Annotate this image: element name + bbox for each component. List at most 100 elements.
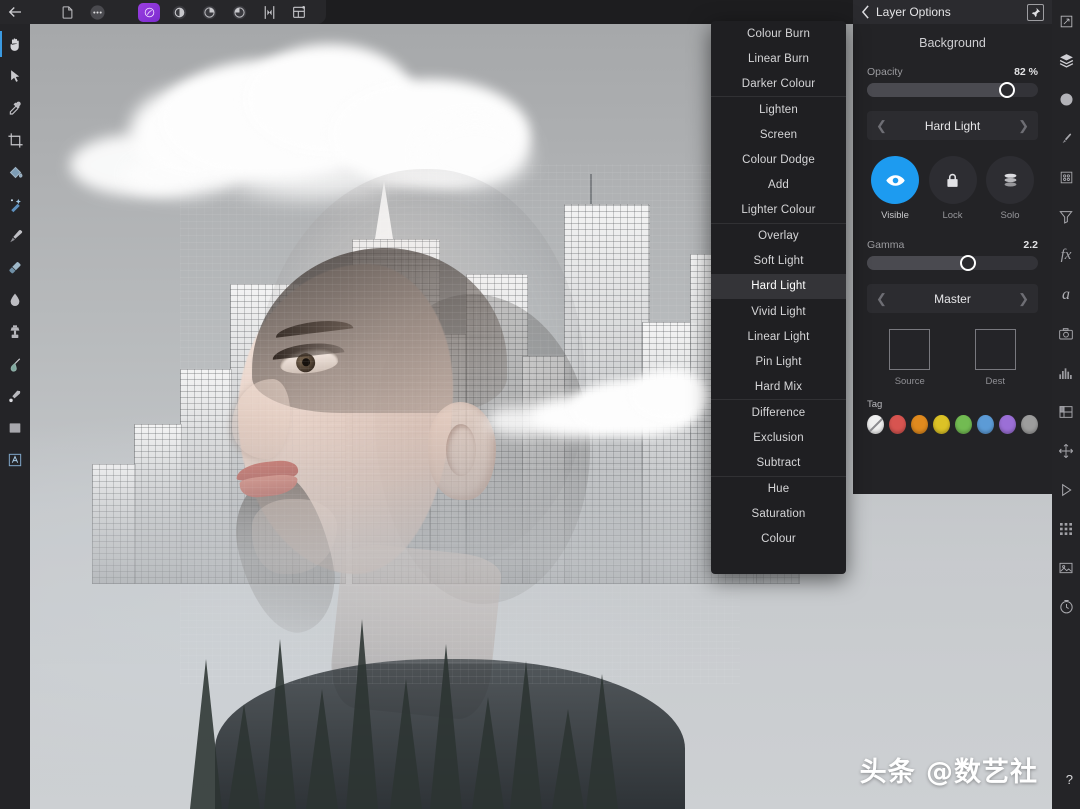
tool-eyedropper-icon[interactable] (0, 92, 30, 124)
blend-mode-dropdown[interactable]: Colour Burn Linear Burn Darker Colour Light… (711, 21, 846, 574)
blend-mode-item[interactable]: Soft Light (711, 249, 846, 274)
help-button[interactable]: ? (1066, 772, 1073, 787)
blend-mode-item[interactable]: Saturation (711, 502, 846, 527)
fx-icon[interactable]: fx (1052, 236, 1080, 275)
navigator-move-icon[interactable] (1052, 431, 1080, 470)
tag-swatch[interactable] (867, 415, 884, 434)
ellipsis-icon[interactable] (82, 0, 112, 24)
source-dest-thumbnails: Source Dest (867, 329, 1038, 387)
blend-mode-item[interactable]: Subtract (711, 451, 846, 476)
tag-swatch[interactable] (911, 415, 928, 434)
solo-stack-icon (986, 156, 1034, 204)
tool-rectangle-fill-icon[interactable] (0, 412, 30, 444)
chevron-right-icon[interactable]: ❯ (1018, 291, 1029, 307)
blend-mode-item[interactable]: Hue (711, 477, 846, 502)
pine-trees-layer (180, 519, 740, 809)
image-icon[interactable] (1052, 548, 1080, 587)
layer-toggles: Visible Lock Solo (867, 156, 1038, 221)
chevron-left-icon[interactable]: ❮ (876, 118, 887, 134)
blend-mode-item[interactable]: Difference (711, 400, 846, 425)
blend-mode-item[interactable]: Pin Light (711, 349, 846, 374)
tool-blur-droplet-icon[interactable] (0, 284, 30, 316)
blend-mode-item[interactable]: Screen (711, 122, 846, 147)
gamma-row-label: Gamma 2.2 (867, 239, 1038, 251)
eye-icon (871, 156, 919, 204)
blend-mode-item[interactable]: Vivid Light (711, 299, 846, 324)
tag-swatch[interactable] (999, 415, 1016, 434)
thumbnail-dest[interactable]: Dest (974, 329, 1016, 387)
toggle-lock[interactable]: Lock (925, 156, 981, 221)
tag-swatch[interactable] (977, 415, 994, 434)
blend-mode-item[interactable]: Add (711, 173, 846, 198)
swatches-icon[interactable] (1052, 158, 1080, 197)
blend-mode-item[interactable]: Colour (711, 527, 846, 552)
tool-eraser-icon[interactable] (0, 252, 30, 284)
blend-group: Lighten Screen Colour Dodge Add Lighter Colo… (711, 97, 846, 224)
tag-swatch[interactable] (889, 415, 906, 434)
grid-dots-icon[interactable] (1052, 509, 1080, 548)
blend-mode-item[interactable]: Hard Mix (711, 374, 846, 399)
tool-text-tool-icon[interactable] (0, 444, 30, 476)
document-icon[interactable] (52, 0, 82, 24)
blend-mode-item[interactable]: Colour Dodge (711, 147, 846, 172)
tag-swatch[interactable] (933, 415, 950, 434)
tool-paintbrush-icon[interactable] (0, 220, 30, 252)
camera-icon[interactable] (1052, 314, 1080, 353)
tool-magic-wand-icon[interactable] (0, 188, 30, 220)
saturation-wheel-icon[interactable] (224, 0, 254, 24)
blend-mode-item[interactable]: Hard Light (711, 273, 846, 300)
toggle-visible[interactable]: Visible (867, 156, 923, 221)
filter-funnel-icon[interactable] (1052, 197, 1080, 236)
blend-mode-item[interactable]: Lighten (711, 97, 846, 122)
layers-stack-icon[interactable] (1052, 41, 1080, 80)
blend-mode-item[interactable]: Darker Colour (711, 71, 846, 96)
top-toolbar (0, 0, 326, 24)
opacity-label: Opacity (867, 66, 903, 78)
blend-mode-value: Hard Light (924, 118, 981, 133)
watermark: 头条 @数艺社 (859, 757, 1038, 788)
thumbnail-source[interactable]: Source (889, 329, 931, 387)
channel-stepper[interactable]: ❮ Master ❯ (867, 284, 1038, 313)
export-icon[interactable] (284, 0, 314, 24)
hue-wheel-icon[interactable] (194, 0, 224, 24)
pin-icon[interactable] (1027, 3, 1044, 21)
gamma-value: 2.2 (1023, 239, 1038, 251)
channels-icon[interactable] (1052, 392, 1080, 431)
play-triangle-icon[interactable] (1052, 470, 1080, 509)
back-arrow-icon[interactable] (0, 0, 30, 24)
chevron-left-icon[interactable] (861, 5, 870, 19)
tool-clone-stamp-icon[interactable] (0, 316, 30, 348)
tool-paint-bucket-icon[interactable] (0, 156, 30, 188)
thumbnail-source-label: Source (894, 376, 925, 387)
tool-dodge-brush-icon[interactable] (0, 380, 30, 412)
blend-mode-item[interactable]: Exclusion (711, 426, 846, 451)
opacity-slider[interactable] (867, 82, 1038, 98)
blend-mode-item[interactable]: Linear Light (711, 324, 846, 349)
blend-group: Colour Burn Linear Burn Darker Colour (711, 21, 846, 98)
brightness-contrast-icon[interactable] (164, 0, 194, 24)
brush-icon[interactable] (1052, 119, 1080, 158)
colour-swatch-icon[interactable] (134, 0, 164, 24)
gamma-slider[interactable] (867, 255, 1038, 271)
tag-swatch[interactable] (1021, 415, 1038, 434)
blend-mode-item[interactable]: Linear Burn (711, 46, 846, 71)
blend-mode-stepper[interactable]: ❮ Hard Light ❯ (867, 111, 1038, 140)
toggle-solo[interactable]: Solo (982, 156, 1038, 221)
tool-crop-icon[interactable] (0, 124, 30, 156)
tag-swatch[interactable] (955, 415, 972, 434)
colour-circle-icon[interactable] (1052, 80, 1080, 119)
chevron-left-icon[interactable]: ❮ (876, 291, 887, 307)
histogram-icon[interactable] (1052, 353, 1080, 392)
character-alpha-icon[interactable]: a (1052, 275, 1080, 314)
tool-cursor-arrow-icon[interactable] (0, 60, 30, 92)
history-clock-icon[interactable] (1052, 587, 1080, 626)
blend-mode-item[interactable]: Colour Burn (711, 21, 846, 46)
chevron-right-icon[interactable]: ❯ (1018, 118, 1029, 134)
blend-mode-item[interactable]: Lighter Colour (711, 198, 846, 223)
mirror-icon[interactable] (254, 0, 284, 24)
toggle-lock-label: Lock (942, 210, 963, 221)
transform-icon[interactable] (1052, 2, 1080, 41)
tool-smudge-icon[interactable] (0, 348, 30, 380)
blend-mode-item[interactable]: Overlay (711, 224, 846, 249)
tool-hand-icon[interactable] (0, 28, 30, 60)
